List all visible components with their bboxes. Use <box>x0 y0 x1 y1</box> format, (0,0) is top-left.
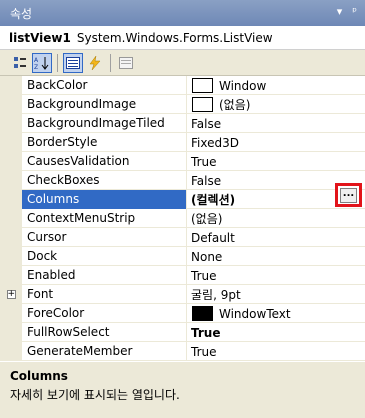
object-selector[interactable]: listView1 System.Windows.Forms.ListView <box>0 26 365 50</box>
panel-title: 속성 <box>10 6 33 21</box>
property-value[interactable]: 굴림, 9pt <box>187 285 365 304</box>
property-row-dock[interactable]: Dock None <box>0 247 365 266</box>
ellipsis-highlight: ... <box>335 183 362 207</box>
property-value[interactable]: True <box>187 342 365 361</box>
svg-text:Z: Z <box>34 64 38 70</box>
object-name: listView1 <box>9 30 71 45</box>
property-name: Font <box>22 285 187 304</box>
property-name: GenerateMember <box>22 342 187 361</box>
property-row-forecolor[interactable]: ForeColor WindowText <box>0 304 365 323</box>
property-row-borderstyle[interactable]: BorderStyle Fixed3D <box>0 133 365 152</box>
property-name: ForeColor <box>22 304 187 323</box>
property-name: Enabled <box>22 266 187 285</box>
pin-icon[interactable]: ᵖ <box>352 5 357 18</box>
expand-icon[interactable]: + <box>6 290 16 299</box>
property-name: Cursor <box>22 228 187 247</box>
color-swatch <box>192 306 213 321</box>
property-name: CheckBoxes <box>22 171 187 190</box>
property-row-fullrowselect[interactable]: FullRowSelect True <box>0 323 365 342</box>
description-pane: Columns 자세히 보기에 표시되는 열입니다. <box>0 366 365 418</box>
property-pages-icon[interactable] <box>116 53 136 73</box>
property-grid: BackColor Window BackgroundImage (없음) Ba… <box>0 76 365 362</box>
property-value[interactable]: Default <box>187 228 365 247</box>
property-row-columns[interactable]: Columns (컬렉션) ... <box>0 183 365 209</box>
svg-text:A: A <box>34 57 39 64</box>
property-name: Columns <box>22 190 187 209</box>
property-row-generatemember[interactable]: GenerateMember True <box>0 342 365 361</box>
property-value[interactable]: (없음) <box>187 95 365 114</box>
property-name: CausesValidation <box>22 152 187 171</box>
description-title: Columns <box>10 369 68 383</box>
property-value[interactable]: True <box>187 266 365 285</box>
property-value[interactable]: (없음) <box>187 209 365 228</box>
property-name: BackgroundImageTiled <box>22 114 187 133</box>
property-row-checkboxes[interactable]: CheckBoxes False <box>0 171 365 190</box>
property-value[interactable]: True <box>187 323 365 342</box>
object-type: System.Windows.Forms.ListView <box>76 30 273 45</box>
property-name: FullRowSelect <box>22 323 187 342</box>
property-row-backgroundimage[interactable]: BackgroundImage (없음) <box>0 95 365 114</box>
property-name: BorderStyle <box>22 133 187 152</box>
toolbar-separator <box>110 53 111 72</box>
property-name: ContextMenuStrip <box>22 209 187 228</box>
panel-titlebar: 속성 ▾ ᵖ <box>0 0 365 26</box>
image-swatch <box>192 97 213 112</box>
property-row-causesvalidation[interactable]: CausesValidation True <box>0 152 365 171</box>
properties-toolbar: AZ <box>0 50 365 76</box>
property-row-cursor[interactable]: Cursor Default <box>0 228 365 247</box>
description-text: 자세히 보기에 표시되는 열입니다. <box>10 388 180 402</box>
property-row-enabled[interactable]: Enabled True <box>0 266 365 285</box>
toolbar-separator <box>57 53 58 72</box>
events-icon[interactable] <box>85 53 105 73</box>
categorized-icon[interactable] <box>10 53 30 73</box>
alphabetical-icon[interactable]: AZ <box>32 52 52 73</box>
property-value[interactable]: (컬렉션) ... <box>187 183 365 209</box>
color-swatch <box>192 78 213 93</box>
property-row-backgroundimagetiled[interactable]: BackgroundImageTiled False <box>0 114 365 133</box>
property-row-backcolor[interactable]: BackColor Window <box>0 76 365 95</box>
property-name: BackColor <box>22 76 187 95</box>
property-name: BackgroundImage <box>22 95 187 114</box>
property-value[interactable]: Window <box>187 76 365 95</box>
dropdown-icon[interactable]: ▾ <box>337 5 343 18</box>
property-value[interactable]: Fixed3D <box>187 133 365 152</box>
property-value[interactable]: False <box>187 114 365 133</box>
property-name: Dock <box>22 247 187 266</box>
collection-editor-button[interactable]: ... <box>340 187 357 203</box>
property-value[interactable]: True <box>187 152 365 171</box>
property-value[interactable]: WindowText <box>187 304 365 323</box>
property-value[interactable]: None <box>187 247 365 266</box>
property-row-contextmenustrip[interactable]: ContextMenuStrip (없음) <box>0 209 365 228</box>
properties-icon[interactable] <box>63 52 83 73</box>
property-row-font[interactable]: + Font 굴림, 9pt <box>0 285 365 304</box>
